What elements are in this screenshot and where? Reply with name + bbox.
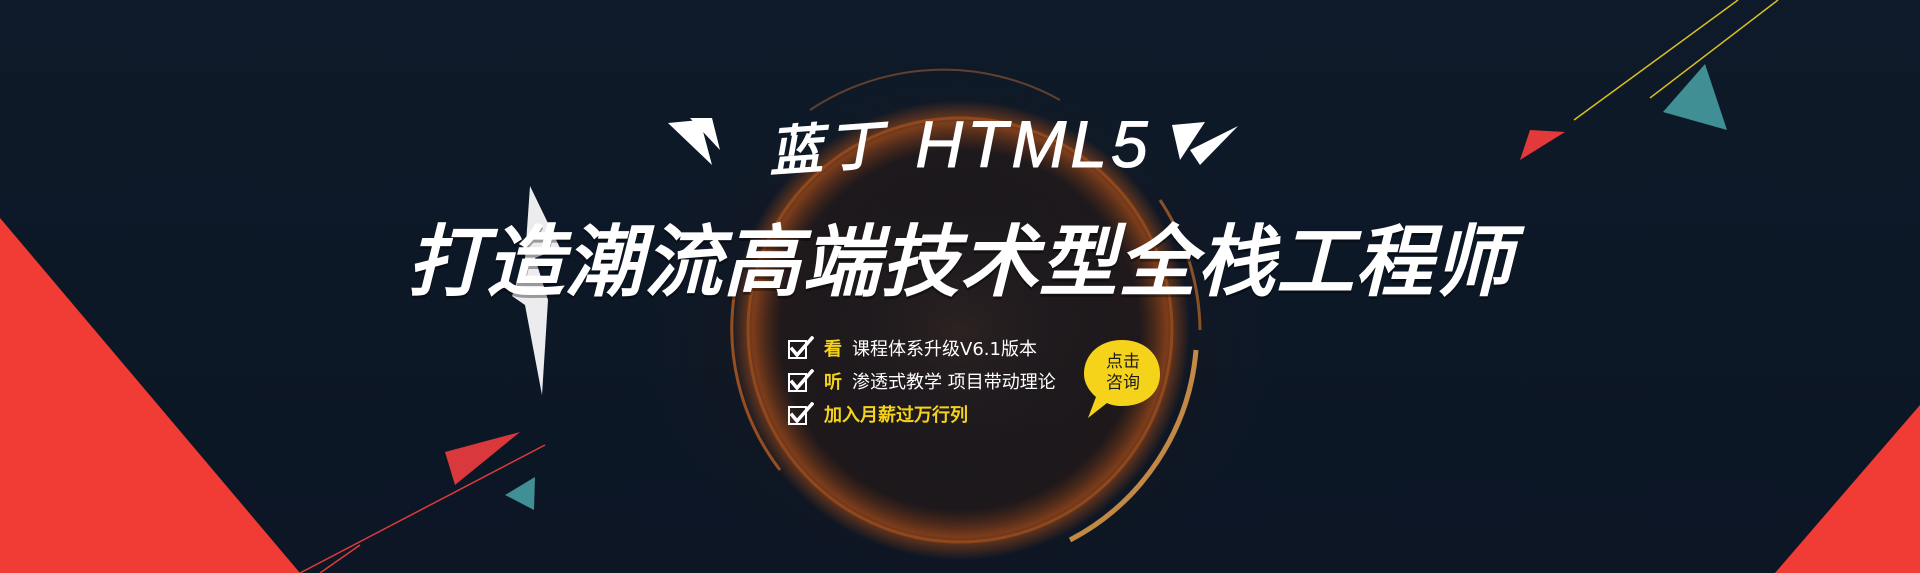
consult-label-line2: 咨询 <box>1106 373 1140 393</box>
consult-label-line1: 点击 <box>1106 352 1140 372</box>
brand-line: 蓝丁 HTML5 <box>0 104 1920 184</box>
feature-text-highlight: 加入月薪过万行列 <box>824 404 968 426</box>
checkbox-checked-icon <box>788 335 814 359</box>
feature-key: 听 <box>824 371 842 393</box>
brand-name: 蓝丁 <box>766 111 891 185</box>
checkbox-checked-icon <box>788 368 814 392</box>
right-red-triangle <box>1775 405 1920 573</box>
feature-key: 看 <box>824 338 842 360</box>
feature-item: 加入月薪过万行列 <box>788 397 1056 430</box>
checkbox-checked-icon <box>788 401 814 425</box>
brand-product: HTML5 <box>915 106 1152 181</box>
yellow-line-2 <box>1649 0 1779 99</box>
feature-item: 听 渗透式教学 项目带动理论 <box>788 364 1056 397</box>
teal-triangle-left <box>505 477 535 510</box>
feature-list: 看 课程体系升级V6.1版本 听 渗透式教学 项目带动理论 加入月薪过万行列 <box>788 331 1056 430</box>
main-title: 打造潮流高端技术型全栈工程师 <box>406 218 1513 308</box>
feature-item: 看 课程体系升级V6.1版本 <box>788 331 1056 364</box>
consult-label[interactable]: 点击 咨询 <box>1091 352 1155 394</box>
feature-text: 渗透式教学 项目带动理论 <box>852 371 1056 393</box>
consult-button[interactable]: 点击 咨询 <box>1082 338 1162 422</box>
promo-banner[interactable]: 蓝丁 HTML5 打造潮流高端技术型全栈工程师 看 课程体系升级V6.1版本 听… <box>0 0 1920 573</box>
red-line-left <box>299 444 546 573</box>
feature-text: 课程体系升级V6.1版本 <box>852 338 1037 360</box>
